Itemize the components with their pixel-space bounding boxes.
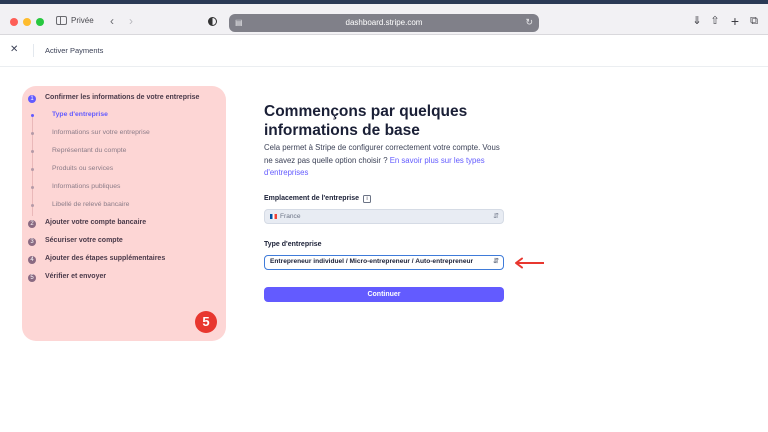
select-chevron-icon: ⇵	[491, 256, 499, 268]
step-item[interactable]: 1 Confirmer les informations de votre en…	[22, 92, 226, 106]
country-select-value: France	[280, 213, 301, 220]
app-header: ✕ Activer Payments	[0, 35, 768, 67]
substep-label: Informations publiques	[52, 183, 121, 190]
back-button[interactable]: ‹	[104, 13, 120, 29]
substep-dot	[31, 114, 34, 117]
step-label: Vérifier et envoyer	[45, 273, 107, 280]
privacy-report-icon[interactable]	[208, 17, 217, 26]
sidebar-toggle-icon[interactable]	[56, 16, 67, 25]
url-text: dashboard.stripe.com	[345, 18, 423, 27]
substep-label: Type d'entreprise	[52, 111, 108, 118]
substep-label: Libellé de relevé bancaire	[52, 201, 130, 208]
form-description: Cela permet à Stripe de configurer corre…	[264, 142, 509, 180]
private-tab-label[interactable]: Privée	[71, 16, 94, 25]
substep-item[interactable]: Informations publiques	[22, 181, 226, 195]
substep-dot	[31, 186, 34, 189]
onboarding-steps-panel: 1 Confirmer les informations de votre en…	[22, 86, 226, 341]
annotation-number-badge: 5	[195, 311, 217, 333]
page-title: Activer Payments	[45, 46, 104, 55]
step-item[interactable]: 2 Ajouter votre compte bancaire	[22, 217, 226, 231]
browser-toolbar: Privée ‹ › ▤ dashboard.stripe.com ↻ ⇓ ⇧ …	[0, 4, 768, 35]
substep-item[interactable]: Type d'entreprise	[22, 109, 226, 123]
step-item[interactable]: 4 Ajouter des étapes supplémentaires	[22, 253, 226, 267]
forward-button[interactable]: ›	[123, 13, 139, 29]
substep-label: Produits ou services	[52, 165, 114, 172]
substep-dot	[31, 168, 34, 171]
substep-dot	[31, 132, 34, 135]
select-chevron-icon: ⇵	[493, 213, 499, 220]
step-number-badge: 4	[28, 256, 36, 264]
location-label-text: Emplacement de l'entreprise	[264, 195, 360, 202]
close-icon[interactable]: ✕	[10, 44, 18, 55]
step-number-badge: 2	[28, 220, 36, 228]
info-icon[interactable]: i	[363, 195, 372, 203]
step-label: Sécuriser votre compte	[45, 237, 123, 244]
substep-label: Informations sur votre entreprise	[52, 129, 150, 136]
substep-item[interactable]: Représentant du compte	[22, 145, 226, 159]
business-type-label: Type d'entreprise	[264, 241, 322, 248]
country-select[interactable]: France ⇵	[264, 209, 504, 224]
reload-icon[interactable]: ↻	[525, 17, 533, 28]
new-tab-icon[interactable]: +	[728, 14, 742, 28]
step-item[interactable]: 5 Vérifier et envoyer	[22, 271, 226, 285]
share-icon[interactable]: ⇧	[708, 14, 722, 28]
zoom-window-button[interactable]	[36, 18, 44, 26]
continue-button[interactable]: Continuer	[264, 287, 504, 302]
substep-label: Représentant du compte	[52, 147, 127, 154]
business-type-value: Entrepreneur individuel / Micro-entrepre…	[270, 258, 474, 265]
france-flag-icon	[270, 213, 277, 219]
substep-dot	[31, 150, 34, 153]
step-label: Ajouter votre compte bancaire	[45, 219, 147, 226]
downloads-icon[interactable]: ⇓	[690, 14, 704, 28]
step-number-badge: 5	[28, 274, 36, 282]
form-heading: Commençons par quelques informations de …	[264, 103, 468, 139]
step-number-badge: 3	[28, 238, 36, 246]
header-divider	[33, 44, 34, 57]
step-label: Ajouter des étapes supplémentaires	[45, 255, 166, 262]
substep-item[interactable]: Produits ou services	[22, 163, 226, 177]
business-type-select[interactable]: Entrepreneur individuel / Micro-entrepre…	[264, 255, 504, 270]
step-number-badge: 1	[28, 95, 36, 103]
substep-item[interactable]: Libellé de relevé bancaire	[22, 199, 226, 213]
substep-dot	[31, 204, 34, 207]
step-item[interactable]: 3 Sécuriser votre compte	[22, 235, 226, 249]
substep-item[interactable]: Informations sur votre entreprise	[22, 127, 226, 141]
location-field-label: Emplacement de l'entreprise i	[264, 195, 372, 203]
minimize-window-button[interactable]	[23, 18, 31, 26]
close-window-button[interactable]	[10, 18, 18, 26]
tab-overview-icon[interactable]: ⧉	[747, 14, 761, 28]
annotation-arrow-icon	[515, 257, 544, 269]
address-bar[interactable]: ▤ dashboard.stripe.com ↻	[229, 14, 539, 32]
step-label: Confirmer les informations de votre entr…	[45, 94, 200, 101]
